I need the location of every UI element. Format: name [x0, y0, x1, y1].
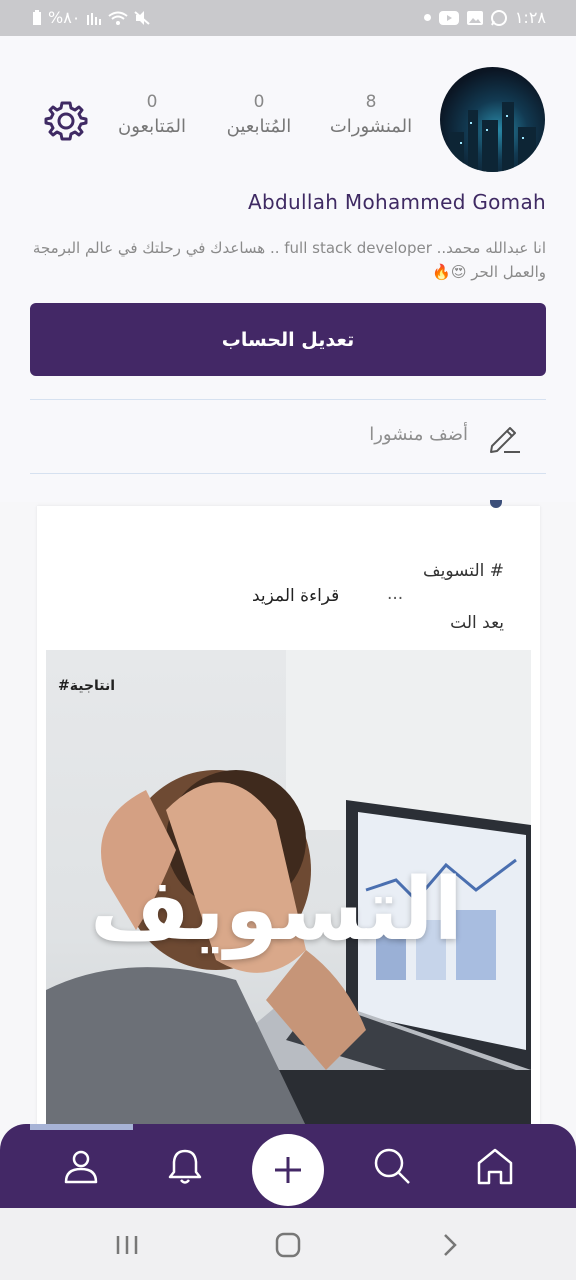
stat-following-value: 0 [253, 92, 265, 112]
whatsapp-icon [490, 9, 507, 26]
post-card: # التسويف يعد الت ... قراءة المزيد #انتا… [37, 506, 540, 1126]
battery-level: %٨٠ [48, 8, 81, 27]
clock: ١:٢٨ [514, 8, 546, 27]
pencil-icon [490, 427, 520, 453]
add-post-row[interactable]: أضف منشورا [30, 400, 546, 473]
back-icon[interactable] [435, 1230, 465, 1260]
stat-posts-label: المنشورات [329, 116, 413, 137]
stat-following-label: المُتابعين [226, 116, 292, 137]
status-bar: %٨٠ ١:٢٨ [0, 0, 576, 36]
bell-icon[interactable] [165, 1146, 205, 1186]
home-button-icon[interactable] [273, 1230, 303, 1260]
profile-name: Abdullah Mohammed Gomah [248, 190, 546, 214]
stat-followers-label: المَتابعون [117, 116, 187, 137]
profile-icon[interactable] [61, 1146, 101, 1186]
stat-posts[interactable]: 8 المنشورات [320, 92, 422, 137]
add-post-label: أضف منشورا [369, 424, 468, 445]
post-image-tag: #انتاجية [58, 678, 116, 694]
avatar-building [482, 120, 498, 172]
post-text: # التسويف يعد الت [204, 558, 504, 636]
status-right: ١:٢٨ [423, 8, 546, 27]
post-text-spacer [204, 584, 504, 610]
profile-bio: انا عبدالله محمد.. full stack developer … [32, 239, 546, 281]
divider [30, 473, 546, 474]
avatar-building [450, 132, 464, 172]
post-ellipsis: ... [387, 584, 404, 604]
post-image-title: التسويف [90, 860, 465, 960]
bottom-nav [0, 1124, 576, 1208]
youtube-icon [438, 10, 459, 25]
status-left: %٨٠ [32, 8, 151, 27]
add-post-fab[interactable] [252, 1134, 324, 1206]
gallery-icon [466, 10, 483, 25]
settings-gear-icon[interactable] [42, 97, 90, 145]
recent-apps-icon[interactable] [112, 1230, 142, 1260]
wifi-icon [108, 11, 129, 25]
search-icon[interactable] [372, 1146, 412, 1186]
stat-followers-value: 0 [146, 92, 158, 112]
read-more-link[interactable]: قراءة المزيد [252, 586, 339, 606]
post-text-line: يعد الت [450, 613, 504, 633]
avatar-light [486, 129, 488, 131]
avatar-light [460, 142, 462, 144]
stat-followers[interactable]: 0 المَتابعون [106, 92, 198, 137]
nav-active-indicator [30, 1124, 133, 1130]
post-image[interactable]: #انتاجية التسويف [46, 650, 531, 1126]
avatar-building [518, 127, 536, 172]
battery-icon [33, 9, 41, 25]
edit-profile-button[interactable]: تعديل الحساب [30, 303, 546, 376]
system-nav [0, 1208, 576, 1280]
post-text-line: # التسويف [423, 561, 504, 581]
profile-header: 8 المنشورات 0 المُتابعين 0 المَتابعون Ab… [0, 36, 576, 502]
avatar[interactable] [440, 67, 545, 172]
signal-icon [87, 12, 102, 25]
add-icon [275, 1157, 301, 1183]
stat-following[interactable]: 0 المُتابعين [214, 92, 304, 137]
notification-dot-icon [423, 14, 431, 21]
avatar-building [502, 102, 514, 172]
avatar-light [506, 115, 508, 117]
avatar-light [522, 137, 524, 139]
stat-posts-value: 8 [365, 92, 377, 112]
avatar-light [470, 122, 472, 124]
mute-icon [134, 10, 151, 25]
home-icon[interactable] [475, 1146, 515, 1186]
avatar-building [468, 110, 478, 172]
